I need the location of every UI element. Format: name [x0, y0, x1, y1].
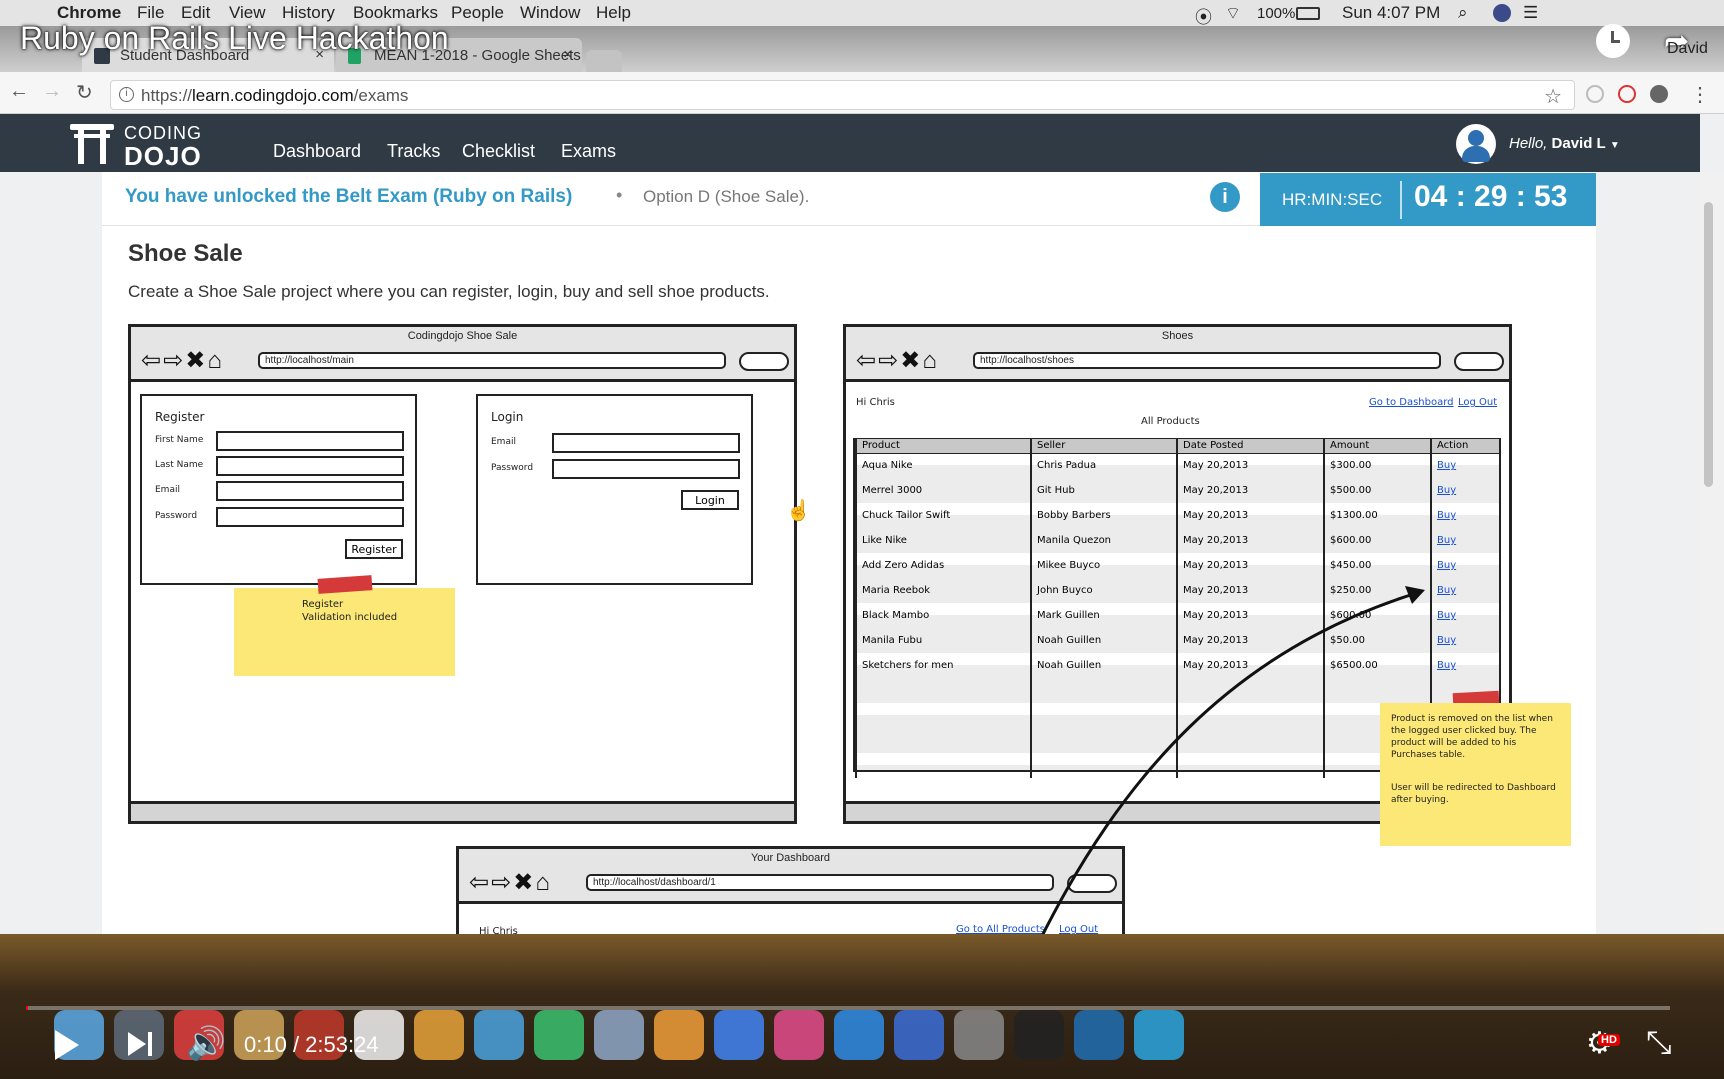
- time-current: 0:10: [244, 1032, 287, 1057]
- video-player-controls: 🔊 0:10 / 2:53:24 ⚙ HD ⤡: [0, 1010, 1724, 1079]
- volume-icon[interactable]: 🔊: [186, 1024, 226, 1062]
- next-video-icon[interactable]: [128, 1032, 146, 1056]
- play-icon[interactable]: [55, 1030, 79, 1060]
- time-total: 2:53:24: [305, 1032, 379, 1057]
- next-video-bar: [148, 1032, 152, 1056]
- hd-badge: HD: [1598, 1034, 1620, 1046]
- video-time: 0:10 / 2:53:24: [244, 1032, 379, 1057]
- wireframe-flow-arrow: [1038, 586, 1425, 941]
- exit-fullscreen-icon[interactable]: ⤡: [1646, 1024, 1672, 1062]
